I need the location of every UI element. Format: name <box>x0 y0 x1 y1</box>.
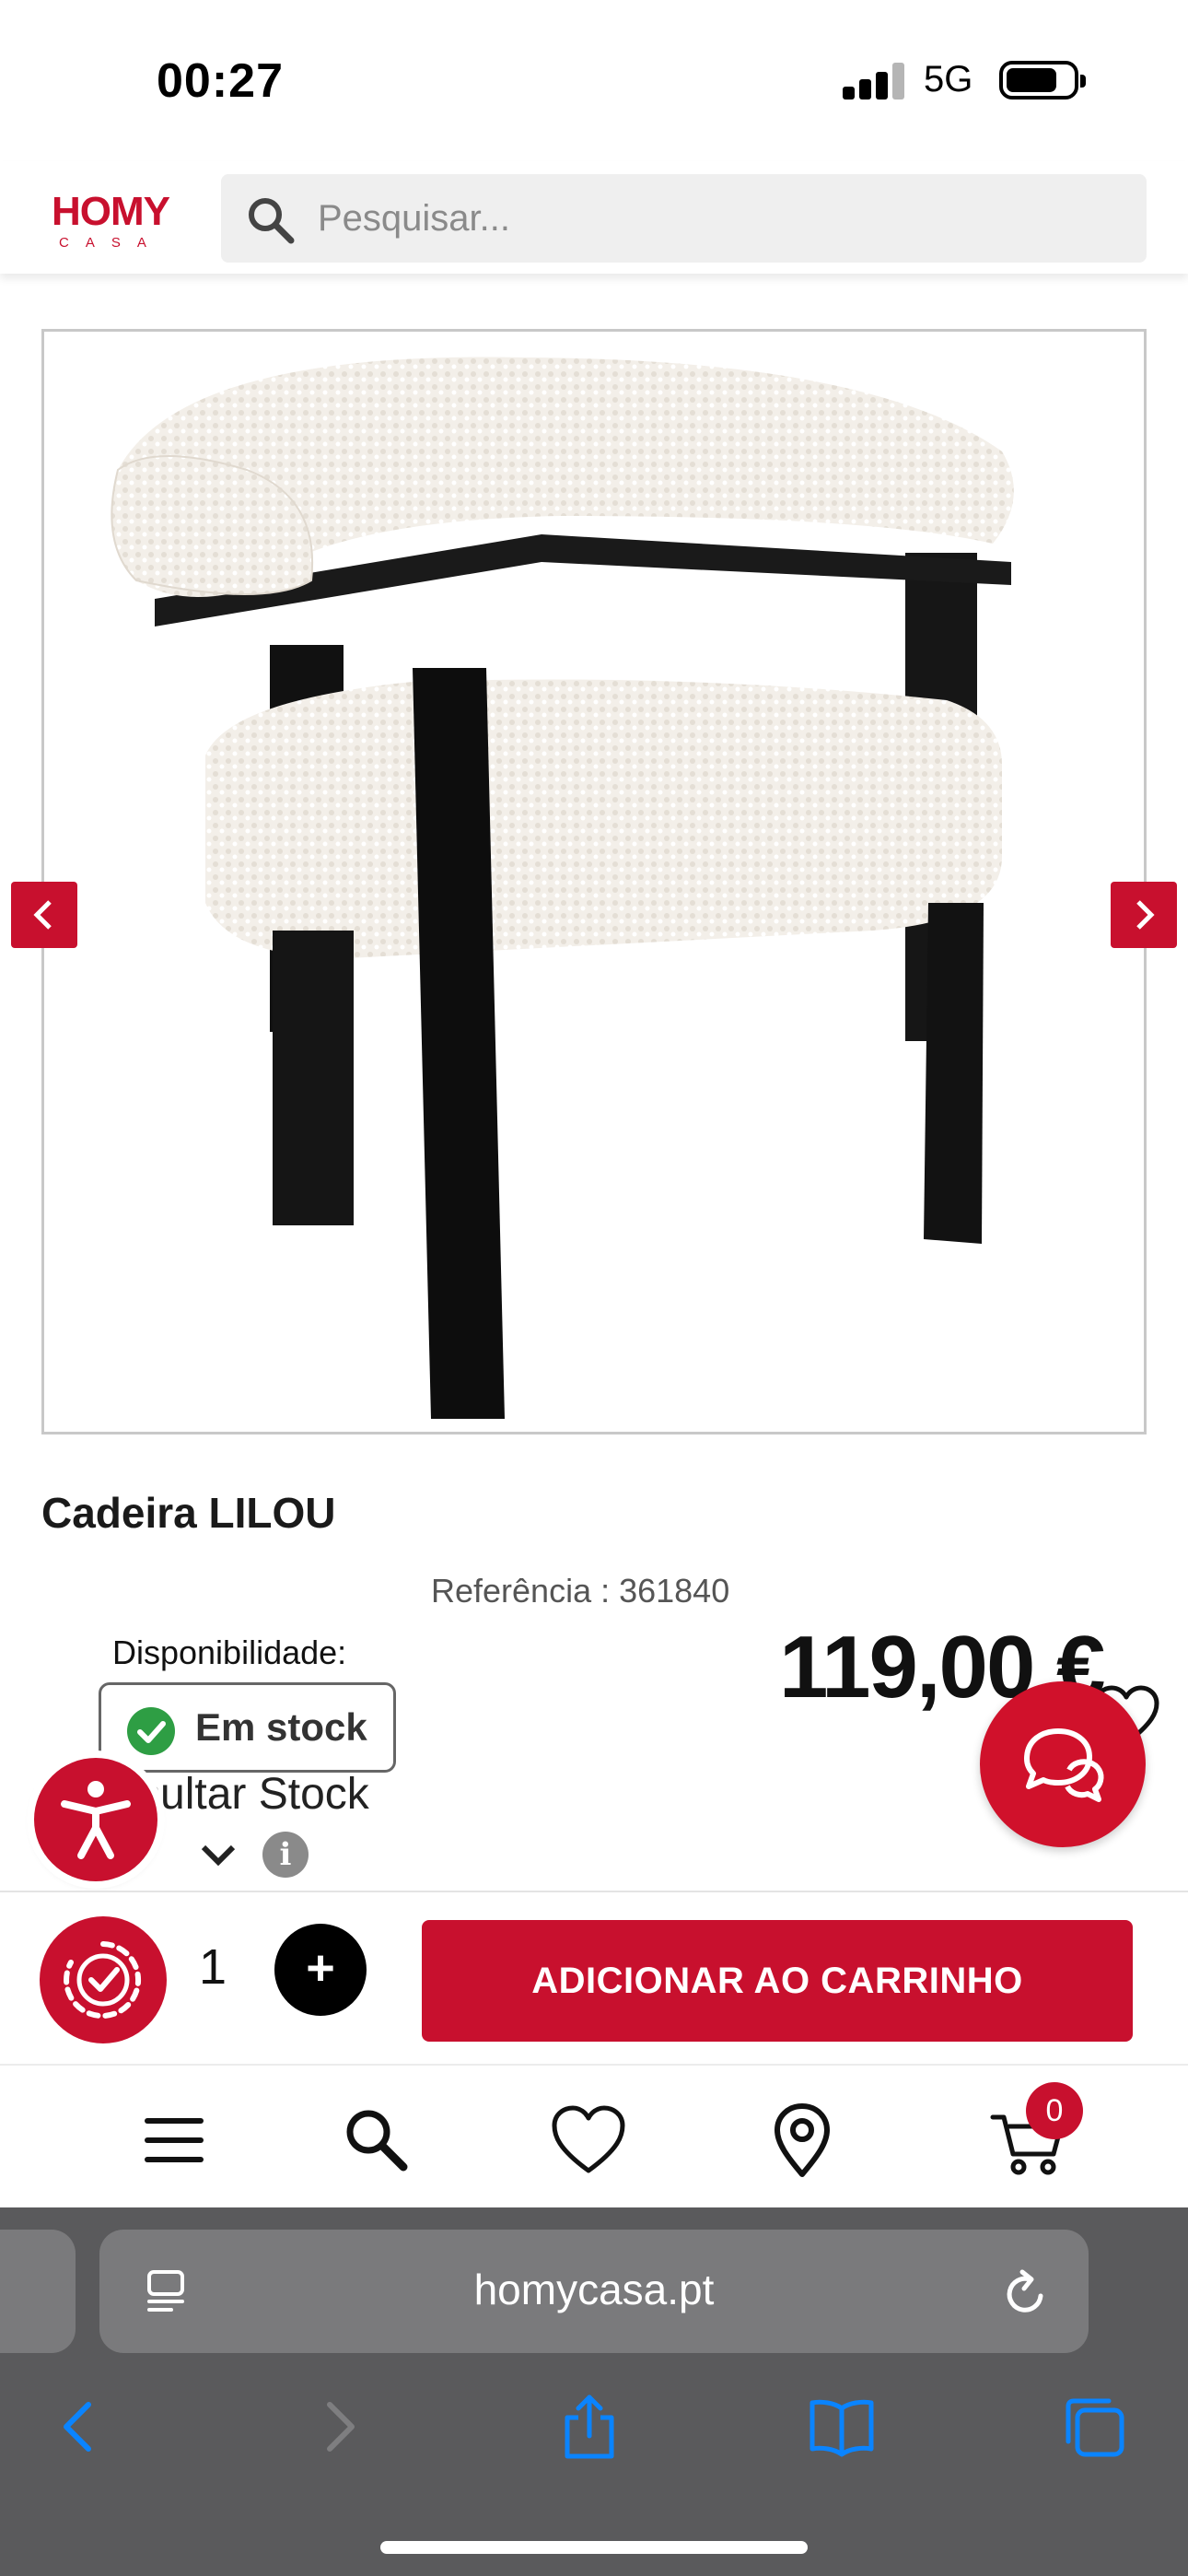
product-image-gallery[interactable] <box>41 329 1159 1746</box>
url-text: homycasa.pt <box>473 2266 715 2313</box>
availability-label: Disponibilidade: <box>112 1633 347 1671</box>
network-type: 5G <box>924 59 973 100</box>
reload-icon[interactable] <box>1002 2266 1050 2318</box>
stock-status-badge: Em stock <box>99 1682 396 1773</box>
search-input[interactable] <box>318 194 1119 242</box>
check-stock-link[interactable]: sultar Stock <box>138 1769 369 1820</box>
promo-badge[interactable] <box>40 1916 167 2043</box>
homy-casa-logo[interactable]: HOMY CASA <box>52 189 190 253</box>
back-arrow-icon[interactable] <box>44 2392 114 2462</box>
cellular-signal-icon <box>843 63 905 100</box>
previous-image-button[interactable] <box>11 882 77 948</box>
site-header: HOMY CASA <box>0 161 1188 274</box>
share-icon[interactable] <box>554 2392 624 2462</box>
bookmarks-icon[interactable] <box>807 2392 877 2462</box>
accessibility-person-icon <box>61 1781 131 1859</box>
add-to-cart-button[interactable]: ADICIONAR AO CARRINHO <box>422 1920 1133 2042</box>
location-pin-icon[interactable] <box>763 2101 842 2180</box>
add-to-cart-bar: 1 + ADICIONAR AO CARRINHO <box>0 1891 1188 2064</box>
product-photo-chair <box>111 357 1014 1419</box>
battery-icon <box>999 61 1086 100</box>
home-indicator[interactable] <box>380 2541 808 2554</box>
next-image-button[interactable] <box>1111 882 1177 948</box>
search-bar[interactable] <box>221 174 1147 263</box>
status-bar: 00:27 5G <box>0 0 1188 161</box>
bottom-navigation <box>0 2064 1188 2207</box>
product-title: Cadeira LILOU <box>41 1489 336 1537</box>
browser-toolbar: homycasa.pt <box>0 2207 1188 2576</box>
check-circle-icon <box>127 1707 175 1755</box>
chevron-left-icon <box>33 900 52 930</box>
timer-check-icon <box>64 1941 142 2019</box>
previous-tab-preview[interactable] <box>0 2230 76 2353</box>
search-icon[interactable] <box>337 2101 416 2180</box>
search-icon <box>249 198 295 244</box>
accessibility-button[interactable] <box>34 1758 157 1881</box>
info-icon[interactable]: i <box>262 1832 309 1878</box>
heart-icon[interactable] <box>549 2101 628 2180</box>
address-bar[interactable]: homycasa.pt <box>99 2230 1089 2353</box>
clock: 00:27 <box>157 54 284 108</box>
chat-support-button[interactable] <box>980 1681 1146 1847</box>
stock-status-text: Em stock <box>195 1705 367 1749</box>
product-reference: Referência : 361840 <box>431 1572 730 1610</box>
quantity-value[interactable]: 1 <box>199 1938 227 1996</box>
forward-arrow-icon[interactable] <box>304 2392 374 2462</box>
chevron-down-icon[interactable] <box>200 1843 237 1867</box>
chevron-right-icon <box>1136 900 1155 930</box>
menu-icon[interactable] <box>134 2101 214 2180</box>
cart-count-badge: 0 <box>1026 2082 1083 2139</box>
tabs-icon[interactable] <box>1059 2392 1129 2462</box>
quantity-increase-button[interactable]: + <box>274 1924 367 2016</box>
chat-bubbles-icon <box>1024 1728 1104 1802</box>
